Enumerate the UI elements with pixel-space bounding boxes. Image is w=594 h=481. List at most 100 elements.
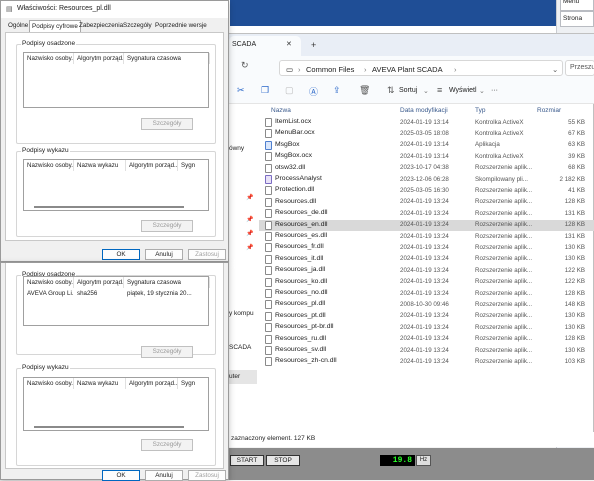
stop-button[interactable]: STOP (266, 455, 300, 466)
group-label: Podpisy osadzone (21, 40, 77, 47)
file-row[interactable]: Resources_pt.dll 2024-01-19 13:24 Rozszerz… (259, 311, 594, 322)
file-size: 68 KB (568, 164, 585, 172)
tab-details[interactable]: Szczegóły (121, 20, 154, 32)
file-row[interactable]: MenuBar.ocx 2025-03-05 18:08 Kontrolka Act… (259, 128, 594, 139)
file-row[interactable]: Resources_sv.dll 2024-01-19 13:24 Rozszerz… (259, 345, 594, 356)
tab-previous-versions[interactable]: Poprzednie wersje (153, 20, 209, 32)
file-type: Rozszerzenie aplik... (475, 164, 533, 172)
file-row[interactable]: Resources.dll 2024-01-19 13:24 Rozszerzeni… (259, 197, 594, 208)
rename-icon[interactable]: Ⓐ (309, 85, 318, 98)
catalog-signatures-list[interactable]: Nazwisko osoby... Nazwa wykazu Algorytm … (23, 377, 209, 431)
breadcrumb-aveva[interactable]: AVEVA Plant SCADA (372, 65, 443, 74)
file-row[interactable]: Resources_pl.dll 2008-10-30 09:46 Rozszerz… (259, 299, 594, 310)
horizontal-scrollbar[interactable] (34, 206, 184, 208)
cancel-button[interactable]: Anuluj (145, 470, 183, 481)
column-header[interactable]: Sygn (178, 378, 210, 389)
column-header[interactable]: Sygn (178, 160, 210, 171)
file-name: Resources_en.dll (275, 220, 328, 228)
share-icon[interactable]: ⇪ (333, 85, 341, 96)
column-header[interactable]: Algorytm porząd... (74, 53, 124, 64)
catalog-signatures-list[interactable]: Nazwisko osoby... Nazwa wykazu Algorytm … (23, 159, 209, 211)
details-button[interactable]: Szczegóły (141, 220, 193, 232)
file-row[interactable]: Protection.dll 2025-03-05 16:30 Rozszerzen… (259, 185, 594, 196)
column-date[interactable]: Data modyfikacji (400, 107, 448, 114)
column-size[interactable]: Rozmiar (537, 107, 561, 114)
horizontal-scrollbar[interactable] (34, 426, 184, 428)
copy-icon[interactable]: ❐ (261, 85, 269, 96)
start-button[interactable]: START (230, 455, 264, 466)
close-icon[interactable]: ✕ (286, 40, 292, 48)
refresh-icon[interactable]: ↻ (241, 60, 249, 71)
apply-button[interactable]: Zastosuj (188, 470, 226, 481)
nav-item[interactable]: SCADA (229, 344, 251, 351)
file-name: MsgBox (275, 140, 300, 148)
file-row[interactable]: Resources_it.dll 2024-01-19 13:24 Rozszerz… (259, 254, 594, 265)
chevron-down-icon[interactable]: ⌄ (552, 65, 558, 74)
file-row[interactable]: Resources_ru.dll 2024-01-19 13:24 Rozszerz… (259, 334, 594, 345)
file-row[interactable]: ItemList.ocx 2024-01-19 13:14 Kontrolka Ac… (259, 117, 594, 128)
page-button[interactable]: Strona (560, 11, 594, 27)
column-header[interactable]: Nazwisko osoby... (24, 378, 74, 389)
menu-button[interactable]: Menu (560, 0, 594, 11)
file-row[interactable]: Resources_pt-br.dll 2024-01-19 13:24 Rozsz… (259, 322, 594, 333)
file-size: 131 KB (564, 209, 585, 217)
embedded-signatures-list[interactable]: Nazwisko osoby... Algorytm porząd... Syg… (23, 276, 210, 326)
column-name[interactable]: Nazwa (271, 107, 291, 114)
paste-icon[interactable]: ▢ (285, 85, 294, 96)
plus-icon[interactable]: + (311, 40, 316, 50)
column-header[interactable]: Nazwisko osoby... (24, 277, 74, 288)
column-header[interactable]: Nazwisko osoby... (24, 53, 74, 64)
search-input[interactable]: Przeszuk (565, 60, 594, 76)
file-row[interactable]: Resources_de.dll 2024-01-19 13:24 Rozszerz… (259, 208, 594, 219)
nav-item[interactable]: ówny (229, 145, 244, 152)
file-row[interactable]: MsgBox 2024-01-19 13:14 Aplikacja 63 KB (259, 140, 594, 151)
apply-button[interactable]: Zastosuj (188, 249, 226, 260)
file-row[interactable]: Resources_fr.dll 2024-01-19 13:24 Rozszerz… (259, 242, 594, 253)
more-button[interactable]: ··· (491, 87, 498, 94)
file-row[interactable]: ProcessAnalyst 2023-12-06 06:28 Skompilowa… (259, 174, 594, 185)
sort-button[interactable]: Sortuj (399, 87, 417, 94)
tab-security[interactable]: Zabezpieczenia (77, 20, 125, 32)
file-row[interactable]: Resources_no.dll 2024-01-19 13:24 Rozszerz… (259, 288, 594, 299)
column-type[interactable]: Typ (475, 107, 485, 114)
file-row[interactable]: Resources_ja.dll 2024-01-19 13:24 Rozszerz… (259, 265, 594, 276)
tab-digital-signatures[interactable]: Podpisy cyfrowe (29, 20, 81, 32)
embedded-signatures-list[interactable]: Nazwisko osoby... Algorytm porząd... Syg… (23, 52, 210, 108)
column-header[interactable]: Algorytm porząd... (126, 378, 178, 389)
details-button[interactable]: Szczegóły (141, 346, 193, 358)
signature-row[interactable]: AVEVA Group Li... sha256 piątek, 19 styc… (24, 289, 210, 299)
sort-icon[interactable]: ⇅ (387, 85, 395, 96)
cancel-button[interactable]: Anuluj (145, 249, 183, 260)
file-row[interactable]: Resources_en.dll 2024-01-19 13:24 Rozszerz… (259, 219, 594, 231)
breadcrumb-common-files[interactable]: Common Files (306, 65, 354, 74)
file-row[interactable]: Resources_zh-cn.dll 2024-01-19 13:24 Rozsz… (259, 356, 594, 367)
file-icon (265, 357, 272, 367)
file-row[interactable]: MsgBox.ocx 2024-01-19 13:14 Kontrolka Acti… (259, 151, 594, 162)
column-header[interactable]: Nazwa wykazu (74, 160, 126, 171)
pin-icon: 📌 (246, 245, 254, 251)
details-button[interactable]: Szczegóły (141, 439, 193, 451)
cut-icon[interactable]: ✂ (237, 85, 245, 96)
ok-button[interactable]: OK (102, 249, 140, 260)
file-row[interactable]: Resources_ko.dll 2024-01-19 13:24 Rozszerz… (259, 277, 594, 288)
file-date: 2024-01-19 13:24 (400, 335, 449, 343)
file-type: Rozszerzenie aplik... (475, 312, 533, 320)
column-header[interactable]: Nazwisko osoby... (24, 160, 74, 171)
ok-button[interactable]: OK (102, 470, 140, 481)
address-bar[interactable]: ▭ › Common Files › AVEVA Plant SCADA › ⌄ (279, 60, 563, 76)
column-header[interactable]: Sygnatura czasowa (124, 53, 210, 64)
column-header[interactable]: Nazwa wykazu (74, 378, 126, 389)
tab-general[interactable]: Ogólne (6, 20, 30, 32)
delete-icon[interactable]: 🗑 (359, 85, 370, 96)
file-row[interactable]: Resources_es.dll 2024-01-19 13:24 Rozszerz… (259, 231, 594, 242)
details-button[interactable]: Szczegóły (141, 118, 193, 130)
file-name: Resources_pl.dll (275, 300, 326, 308)
view-button[interactable]: Wyświetl (449, 87, 477, 94)
nav-item[interactable]: y kompu (229, 310, 254, 317)
file-row[interactable]: otsw32.dll 2023-10-17 04:38 Rozszerzenie a… (259, 163, 594, 174)
column-header[interactable]: Algorytm porząd... (126, 160, 178, 171)
column-header[interactable]: Sygnatura czasowa (124, 277, 210, 288)
view-icon[interactable]: ≡ (437, 85, 442, 95)
nav-item-selected[interactable]: uter (229, 370, 257, 384)
column-header[interactable]: Algorytm porząd... (74, 277, 124, 288)
